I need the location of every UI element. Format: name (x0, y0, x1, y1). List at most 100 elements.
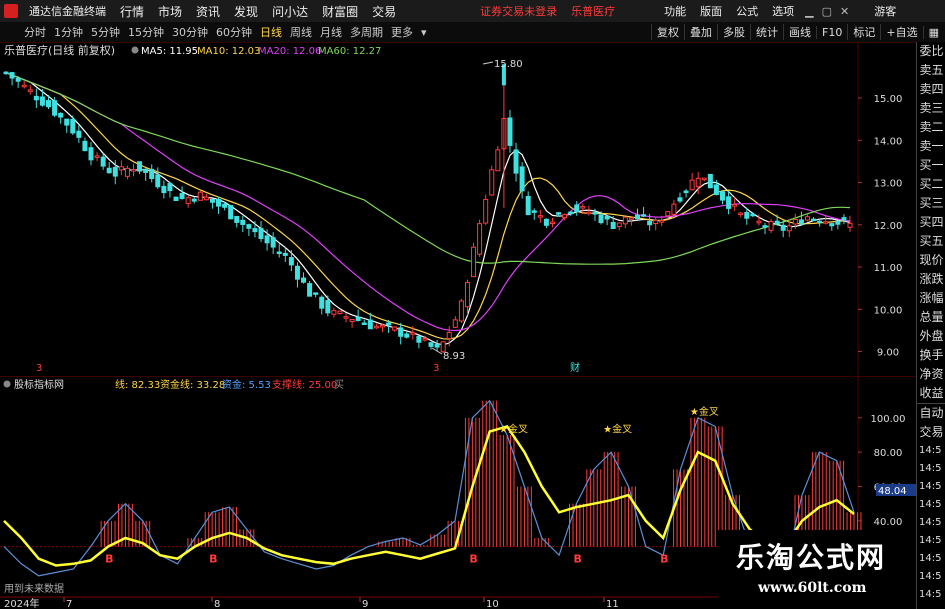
login-status[interactable]: 证券交易未登录 (473, 3, 564, 19)
candle-body[interactable] (173, 196, 179, 202)
layout-grid-icon[interactable]: ▦ (922, 25, 945, 39)
golden-cross-label[interactable]: ★金叉 (603, 422, 632, 435)
candle-body[interactable] (325, 300, 331, 314)
tf-1min[interactable]: 1分钟 (50, 24, 87, 40)
candle-body[interactable] (216, 199, 222, 207)
tf-5min[interactable]: 5分钟 (87, 24, 124, 40)
auto-trade-label[interactable]: 自动 (917, 404, 945, 423)
candle-body[interactable] (707, 173, 713, 189)
candle-body[interactable] (525, 195, 531, 216)
candle-body[interactable] (701, 177, 707, 181)
candle-body[interactable] (410, 332, 416, 335)
candle-body[interactable] (100, 156, 106, 167)
candle-body[interactable] (52, 100, 58, 116)
tongji-button[interactable]: 统计 (750, 24, 783, 40)
candle-body[interactable] (452, 319, 458, 328)
candle-body[interactable] (222, 203, 228, 208)
candle-body[interactable] (209, 198, 215, 203)
candle-body[interactable] (804, 216, 810, 221)
diejia-button[interactable]: 叠加 (684, 24, 717, 40)
candle-body[interactable] (586, 211, 592, 215)
candle-body[interactable] (653, 219, 659, 225)
candle-body[interactable] (556, 212, 562, 215)
candle-body[interactable] (15, 77, 21, 82)
f10-button[interactable]: F10 (816, 25, 847, 39)
candle-body[interactable] (622, 216, 628, 225)
buy-signal-b[interactable]: B (660, 553, 668, 566)
candle-body[interactable] (726, 196, 732, 209)
candle-body[interactable] (489, 169, 495, 196)
candle-body[interactable] (847, 222, 853, 228)
candle-body[interactable] (471, 246, 477, 278)
guest-label[interactable]: 游客 (867, 3, 903, 19)
candle-body[interactable] (483, 198, 489, 224)
tf-daily[interactable]: 日线 (256, 24, 286, 40)
buy-signal-b[interactable]: B (105, 553, 113, 566)
candle-body[interactable] (458, 300, 464, 322)
candle-body[interactable] (598, 214, 604, 224)
golden-cross-label[interactable]: ★金叉 (499, 422, 528, 435)
more-chevron-icon[interactable]: ▾ (417, 26, 431, 39)
candle-body[interactable] (124, 167, 130, 177)
fuquan-button[interactable]: 复权 (651, 24, 684, 40)
candle-body[interactable] (549, 221, 555, 225)
candle-body[interactable] (416, 335, 422, 343)
menu-item-jiaoyi[interactable]: 交易 (365, 3, 403, 20)
huaxian-button[interactable]: 画线 (783, 24, 816, 40)
candle-body[interactable] (94, 155, 100, 158)
zixuan-button[interactable]: +自选 (880, 24, 922, 40)
candle-body[interactable] (88, 147, 94, 161)
tf-monthly[interactable]: 月线 (316, 24, 346, 40)
candle-body[interactable] (817, 220, 823, 224)
candle-body[interactable] (149, 168, 155, 179)
candle-body[interactable] (762, 225, 768, 228)
event-marker-mid[interactable]: 3 (433, 363, 439, 374)
candle-body[interactable] (367, 319, 373, 330)
candle-body[interactable] (331, 310, 337, 315)
candle-body[interactable] (294, 265, 300, 280)
candle-body[interactable] (392, 326, 398, 331)
candle-body[interactable] (580, 206, 586, 209)
candle-body[interactable] (234, 215, 240, 223)
candle-body[interactable] (750, 213, 756, 217)
maximize-icon[interactable]: ▢ (818, 5, 836, 18)
candle-body[interactable] (185, 197, 191, 205)
candle-body[interactable] (574, 204, 580, 212)
menu-item-gongneng[interactable]: 功能 (657, 3, 693, 19)
candle-body[interactable] (422, 338, 428, 341)
candle-body[interactable] (343, 316, 349, 319)
candle-body[interactable] (786, 225, 792, 232)
candle-body[interactable] (379, 324, 385, 328)
candle-body[interactable] (768, 221, 774, 231)
candle-body[interactable] (386, 322, 392, 326)
candle-body[interactable] (137, 161, 143, 172)
candle-body[interactable] (531, 210, 537, 213)
tf-weekly[interactable]: 周线 (286, 24, 316, 40)
candle-body[interactable] (319, 296, 325, 309)
candle-body[interactable] (477, 223, 483, 255)
candle-body[interactable] (118, 166, 124, 171)
candle-body[interactable] (301, 277, 307, 283)
menu-item-zixun[interactable]: 资讯 (189, 3, 227, 20)
candle-body[interactable] (143, 168, 149, 173)
candle-body[interactable] (434, 343, 440, 348)
candle-body[interactable] (604, 215, 610, 220)
candle-body[interactable] (179, 193, 185, 199)
candle-body[interactable] (592, 212, 598, 215)
candle-body[interactable] (155, 174, 161, 188)
candle-body[interactable] (841, 217, 847, 221)
candle-body[interactable] (33, 95, 39, 101)
candle-body[interactable] (313, 292, 319, 295)
candle-body[interactable] (792, 218, 798, 225)
candle-body[interactable] (252, 228, 258, 233)
candle-body[interactable] (428, 342, 434, 347)
menu-item-hangqing[interactable]: 行情 (113, 3, 151, 20)
candle-body[interactable] (240, 219, 246, 225)
candle-body[interactable] (829, 223, 835, 227)
candle-body[interactable] (647, 220, 653, 226)
candle-body[interactable] (161, 185, 167, 194)
candle-body[interactable] (404, 333, 410, 338)
biaoji-button[interactable]: 标记 (847, 24, 880, 40)
candle-body[interactable] (270, 237, 276, 248)
candle-body[interactable] (228, 205, 234, 220)
